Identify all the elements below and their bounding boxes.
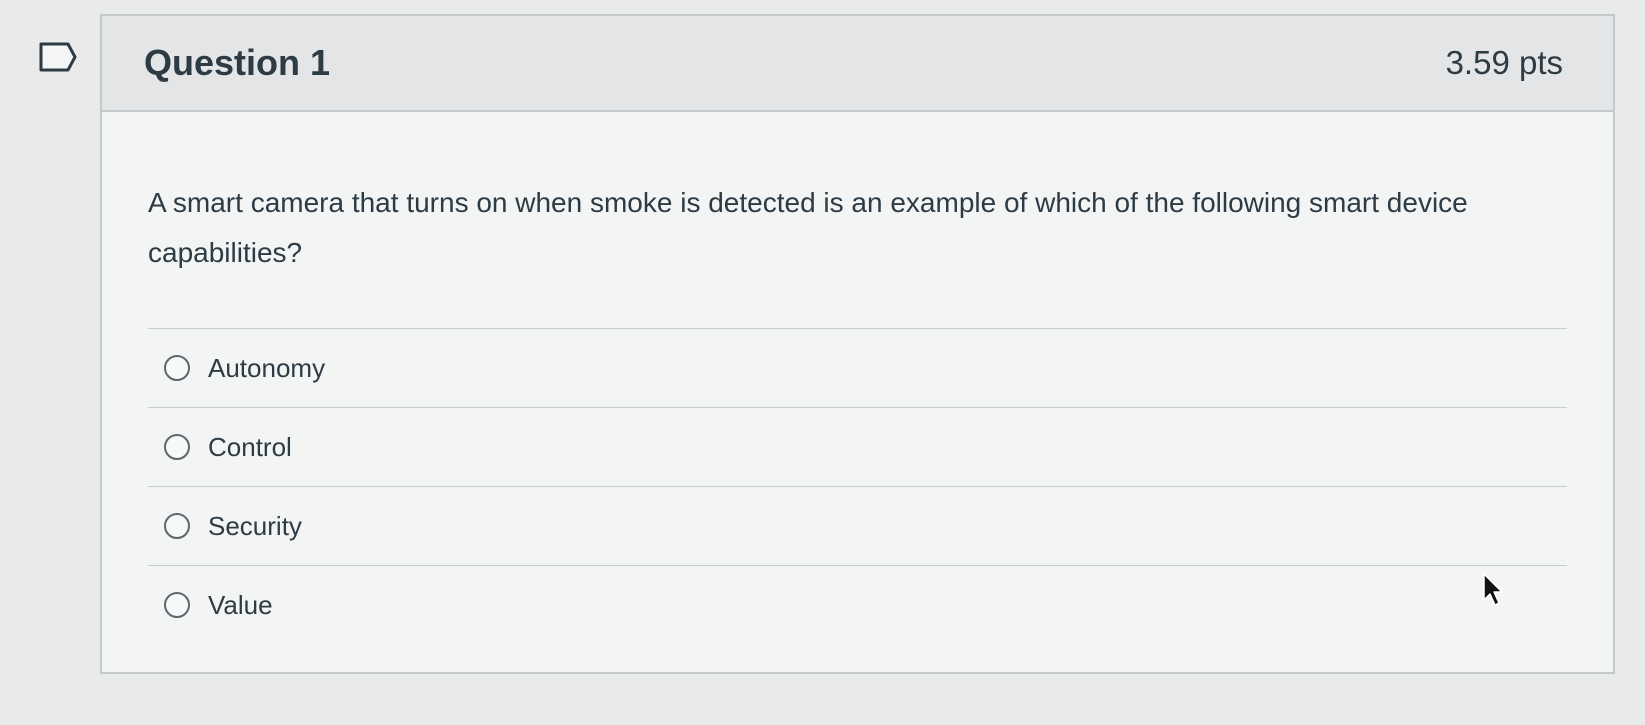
question-body: A smart camera that turns on when smoke … xyxy=(102,112,1613,644)
radio-unchecked-icon[interactable] xyxy=(164,355,190,381)
question-points: 3.59 pts xyxy=(1445,44,1563,81)
radio-unchecked-icon[interactable] xyxy=(164,434,190,460)
answer-option-autonomy[interactable]: Autonomy xyxy=(148,328,1567,407)
answer-label: Security xyxy=(208,510,302,541)
question-header: Question 1 3.59 pts xyxy=(102,16,1613,112)
question-card: Question 1 3.59 pts A smart camera that … xyxy=(100,14,1615,674)
answer-option-security[interactable]: Security xyxy=(148,486,1567,565)
question-text: A smart camera that turns on when smoke … xyxy=(148,187,1468,268)
mouse-pointer-icon xyxy=(1480,572,1506,608)
radio-unchecked-icon[interactable] xyxy=(164,592,190,618)
answer-label: Value xyxy=(208,589,273,620)
answer-option-value[interactable]: Value xyxy=(148,565,1567,644)
answer-label: Autonomy xyxy=(208,352,326,383)
answer-label: Control xyxy=(208,431,292,462)
question-title: Question 1 xyxy=(144,42,331,83)
flag-question-icon[interactable] xyxy=(38,40,78,74)
answer-list: Autonomy Control Security Value xyxy=(148,328,1567,644)
answer-option-control[interactable]: Control xyxy=(148,407,1567,486)
radio-unchecked-icon[interactable] xyxy=(164,513,190,539)
